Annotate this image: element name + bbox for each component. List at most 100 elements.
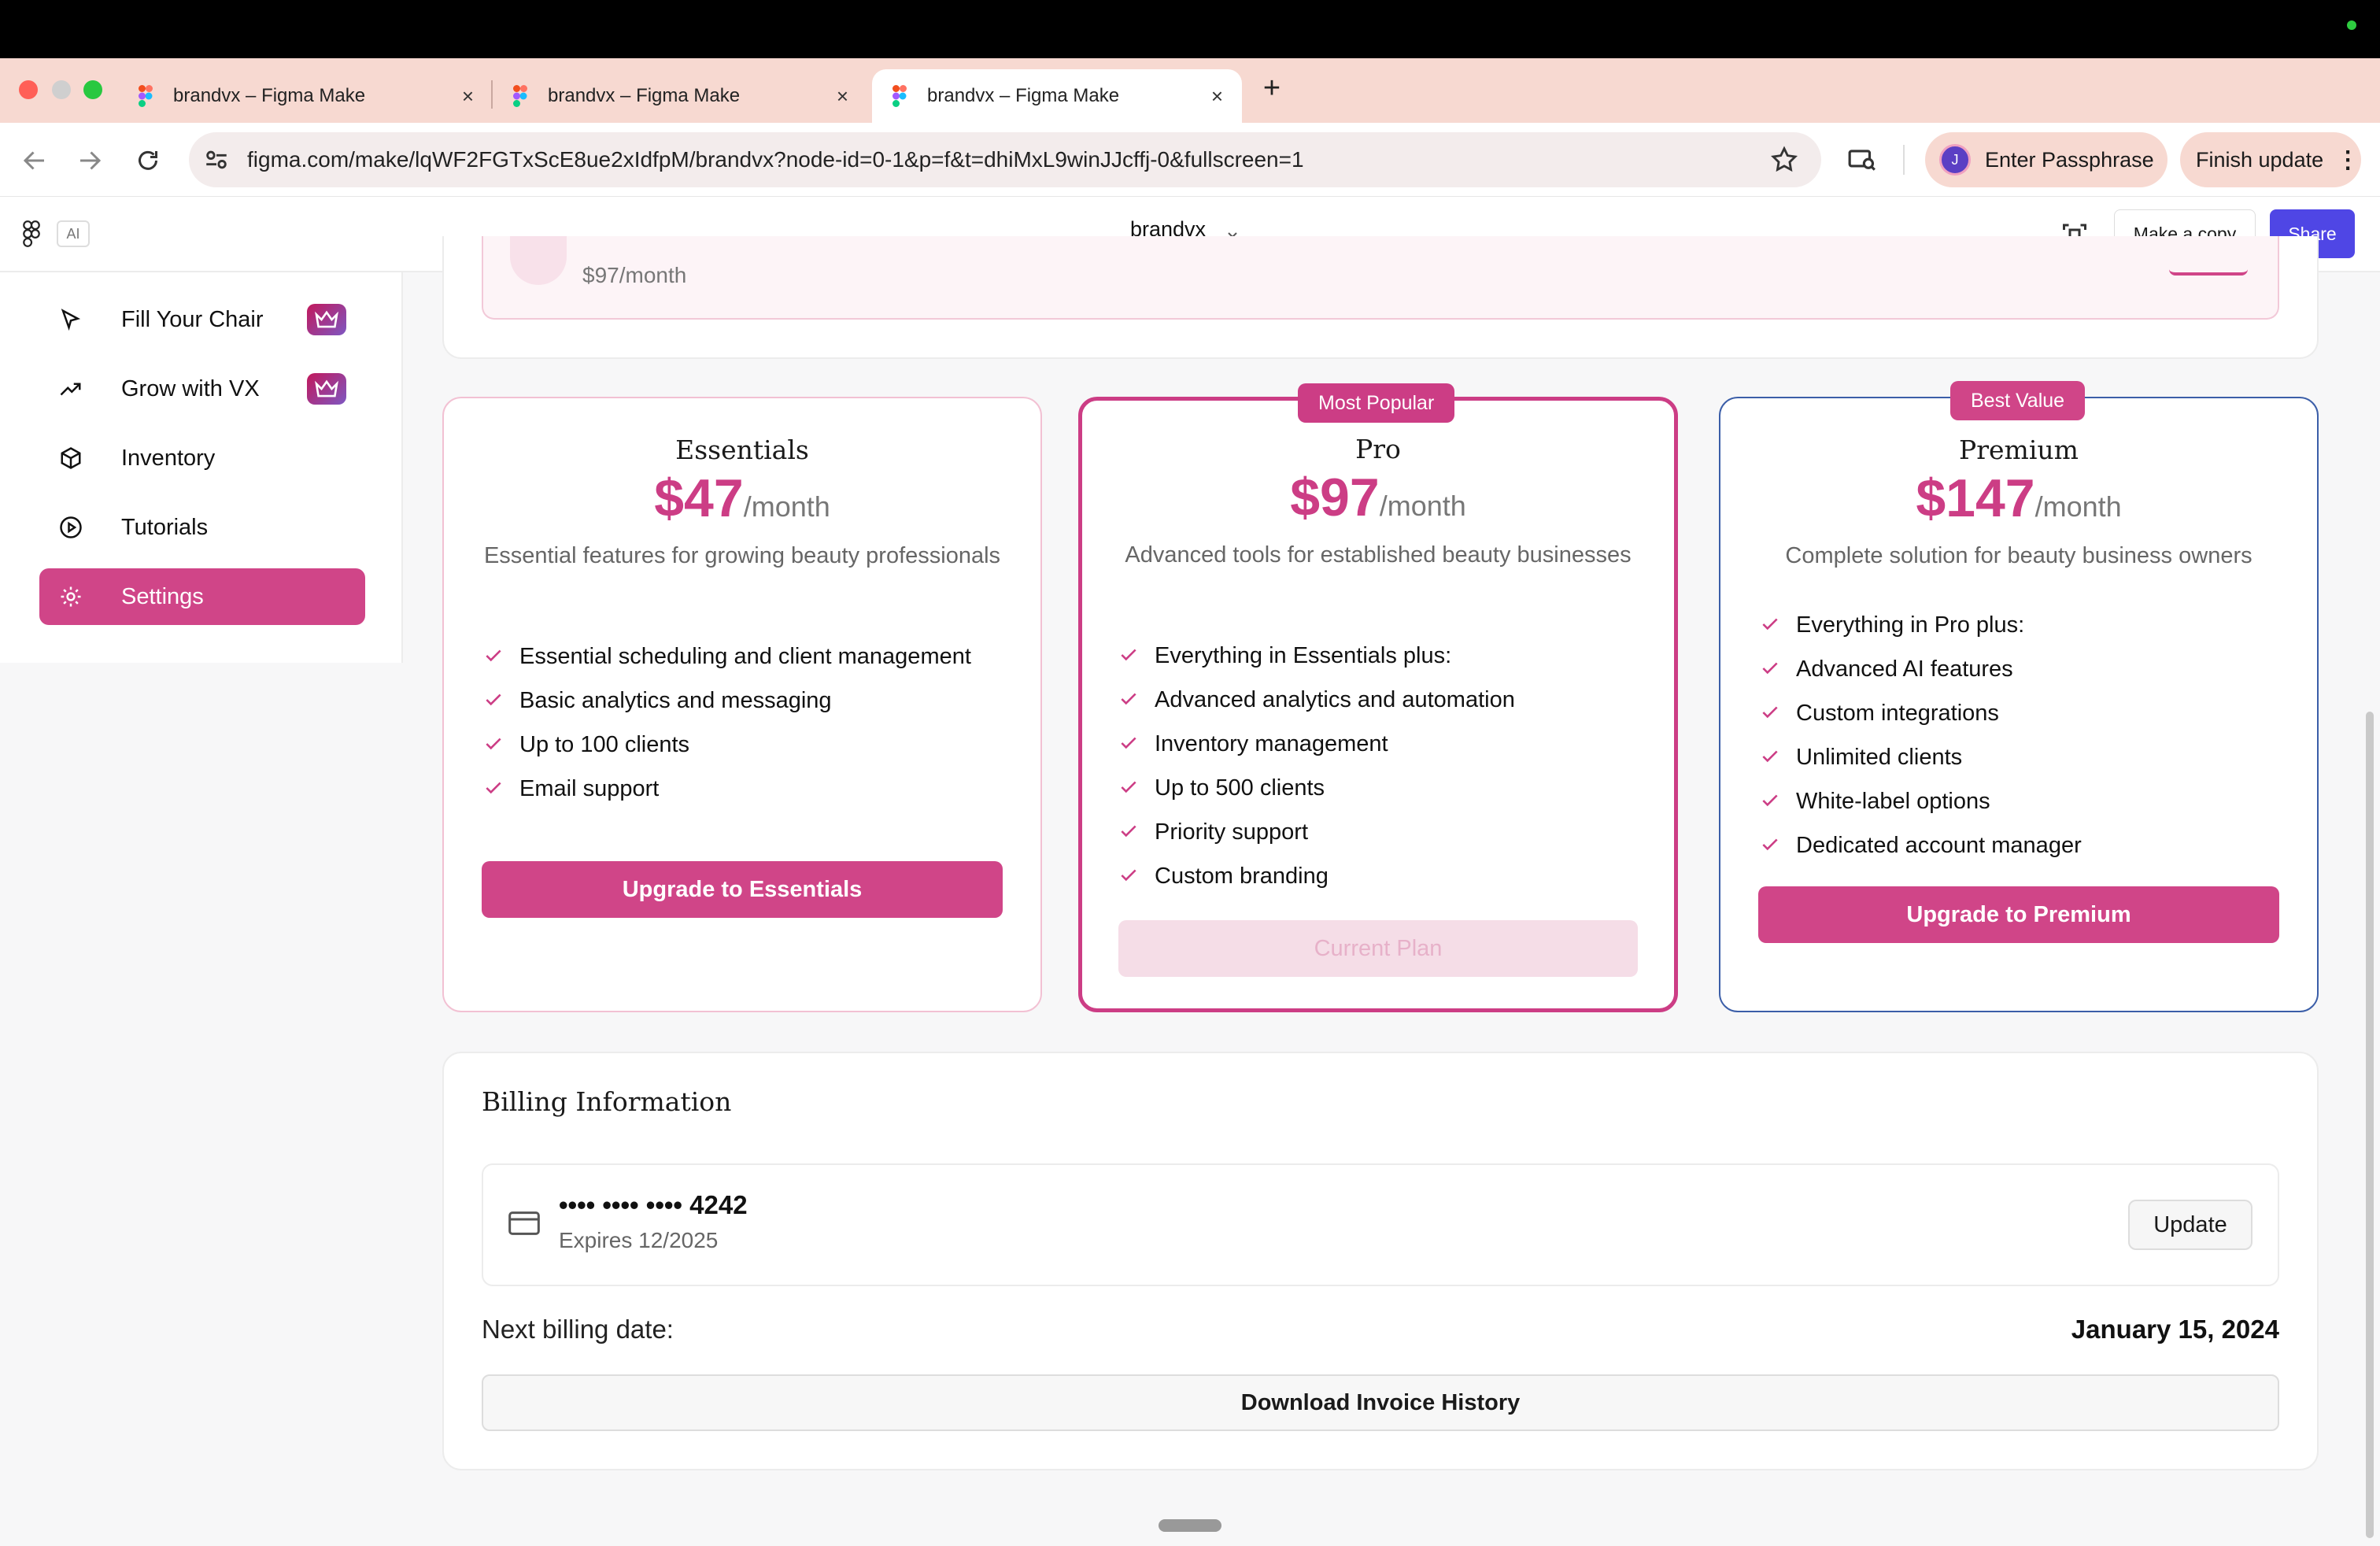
feature-text: White-label options xyxy=(1796,789,1990,814)
feature-item: White-label options xyxy=(1760,786,2286,817)
payment-method-box xyxy=(482,1163,2279,1286)
cast-search-icon[interactable] xyxy=(1846,145,1878,175)
reload-icon[interactable] xyxy=(134,146,162,175)
feature-list: Everything in Essentials plus: Advanced … xyxy=(1118,640,1643,904)
manage-plan-button[interactable] xyxy=(2169,236,2248,276)
update-card-button[interactable]: Update xyxy=(2128,1200,2252,1250)
os-menu-bar xyxy=(0,0,2380,58)
browser-tab-active[interactable]: brandvx – Figma Make × xyxy=(872,69,1242,123)
upgrade-premium-button[interactable]: Upgrade to Premium xyxy=(1758,886,2279,943)
check-icon xyxy=(486,693,501,706)
feature-text: Advanced AI features xyxy=(1796,656,2013,682)
feature-text: Custom integrations xyxy=(1796,701,1999,726)
sidebar-item-grow-with-vx[interactable]: Grow with VX xyxy=(39,361,365,417)
plan-name: Premium xyxy=(1959,435,2079,465)
crown-icon xyxy=(307,304,346,335)
trending-up-icon xyxy=(57,375,85,403)
window-maximize-icon[interactable] xyxy=(83,80,102,99)
scrollbar-thumb[interactable] xyxy=(2366,712,2374,1538)
check-icon xyxy=(1121,737,1136,749)
browser-tab[interactable]: brandvx – Figma Make × xyxy=(493,69,867,123)
feature-text: Basic analytics and messaging xyxy=(519,688,832,713)
sidebar-item-fill-your-chair[interactable]: Fill Your Chair xyxy=(39,291,365,348)
plan-amount: $97 xyxy=(1290,468,1380,527)
plan-description: Advanced tools for established beauty bu… xyxy=(1125,542,1632,568)
feature-item: Custom branding xyxy=(1118,860,1643,892)
url-text[interactable]: figma.com/make/lqWF2FGTxScE8ue2xIdfpM/br… xyxy=(247,132,1304,187)
feature-text: Inventory management xyxy=(1155,731,1388,756)
figma-logo-icon xyxy=(139,85,153,107)
figma-logo-icon xyxy=(513,85,527,107)
check-icon xyxy=(1121,649,1136,661)
enter-passphrase-button[interactable]: J Enter Passphrase xyxy=(1925,132,2168,187)
check-icon xyxy=(1121,869,1136,882)
back-arrow-icon[interactable] xyxy=(20,146,49,175)
crown-icon xyxy=(307,373,346,405)
plan-name: Pro xyxy=(1355,434,1401,464)
feature-item: Unlimited clients xyxy=(1760,742,2286,773)
feature-text: Up to 500 clients xyxy=(1155,775,1325,801)
feature-item: Custom integrations xyxy=(1760,697,2286,729)
feature-text: Up to 100 clients xyxy=(519,732,690,757)
window-close-icon[interactable] xyxy=(19,80,38,99)
next-billing-date: January 15, 2024 xyxy=(2071,1315,2279,1344)
sidebar-item-tutorials[interactable]: Tutorials xyxy=(39,499,365,556)
check-icon xyxy=(486,782,501,794)
tab-title: brandvx – Figma Make xyxy=(927,85,1120,106)
current-plan-price: $97/month xyxy=(582,263,687,287)
passphrase-label: Enter Passphrase xyxy=(1985,147,2154,172)
bookmark-star-icon[interactable] xyxy=(1769,145,1799,175)
figma-menu-icon[interactable] xyxy=(22,220,41,247)
check-icon xyxy=(486,738,501,750)
feature-text: Dedicated account manager xyxy=(1796,833,2082,858)
site-settings-icon[interactable] xyxy=(203,146,230,173)
upgrade-essentials-button[interactable]: Upgrade to Essentials xyxy=(482,861,1003,918)
sidebar-item-label: Fill Your Chair xyxy=(121,306,264,332)
plan-card-premium: Best Value Premium $147/month Complete s… xyxy=(1719,381,2319,1012)
feature-item: Essential scheduling and client manageme… xyxy=(483,641,1009,672)
feature-text: Priority support xyxy=(1155,819,1309,845)
plan-period: /month xyxy=(2034,490,2122,523)
check-icon xyxy=(1121,825,1136,838)
download-invoice-button[interactable]: Download Invoice History xyxy=(482,1374,2279,1431)
forward-arrow-icon[interactable] xyxy=(76,146,104,175)
feature-item: Basic analytics and messaging xyxy=(483,685,1009,716)
best-value-badge: Best Value xyxy=(1950,381,2086,420)
feature-item: Everything in Pro plus: xyxy=(1760,609,2286,641)
tab-close-icon[interactable]: × xyxy=(837,84,848,109)
ai-badge[interactable]: AI xyxy=(57,220,90,247)
more-menu-icon[interactable]: ⋮ xyxy=(2336,146,2360,174)
sidebar-item-settings[interactable]: Settings xyxy=(39,568,365,625)
plan-amount: $47 xyxy=(654,468,744,528)
billing-title: Billing Information xyxy=(482,1086,732,1117)
next-billing-label: Next billing date: xyxy=(482,1315,674,1344)
plan-period: /month xyxy=(1379,490,1466,522)
browser-tab[interactable]: brandvx – Figma Make × xyxy=(118,69,493,123)
plan-card-essentials: Essentials $47/month Essential features … xyxy=(442,397,1042,1012)
feature-item: Email support xyxy=(483,773,1009,804)
finish-update-button[interactable]: Finish update ⋮ xyxy=(2180,132,2361,187)
card-expiry: Expires 12/2025 xyxy=(559,1228,719,1252)
check-icon xyxy=(1762,750,1778,763)
plan-name: Essentials xyxy=(675,435,809,465)
new-tab-button[interactable]: + xyxy=(1256,72,1288,104)
check-icon xyxy=(1762,618,1778,631)
tab-close-icon[interactable]: × xyxy=(1211,84,1223,109)
gear-icon xyxy=(57,583,85,611)
plan-price: $147/month xyxy=(1720,468,2317,529)
bottom-drag-handle[interactable] xyxy=(1159,1519,1221,1532)
check-icon xyxy=(1121,693,1136,705)
plan-amount: $147 xyxy=(1916,468,2035,528)
feature-item: Inventory management xyxy=(1118,728,1643,760)
check-icon xyxy=(1762,706,1778,719)
current-plan-banner xyxy=(482,236,2279,320)
feature-text: Essential scheduling and client manageme… xyxy=(519,644,971,669)
window-minimize-icon[interactable] xyxy=(52,80,71,99)
tab-close-icon[interactable]: × xyxy=(462,84,474,109)
credit-card-icon xyxy=(508,1211,540,1235)
feature-item: Everything in Essentials plus: xyxy=(1118,640,1643,671)
plan-price: $47/month xyxy=(444,468,1040,529)
sidebar-item-inventory[interactable]: Inventory xyxy=(39,430,365,486)
feature-list: Everything in Pro plus: Advanced AI feat… xyxy=(1760,609,2286,874)
feature-text: Email support xyxy=(519,776,660,801)
